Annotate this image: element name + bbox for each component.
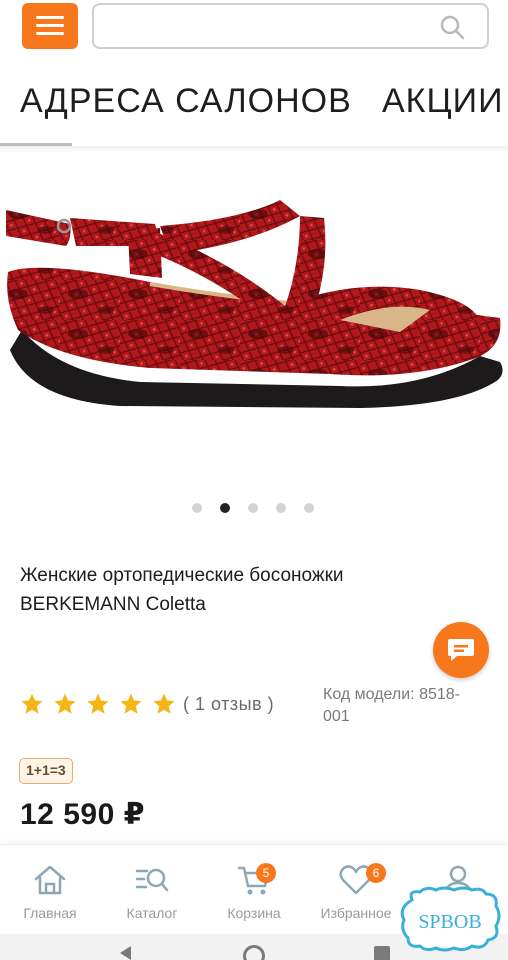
favorites-count-badge: 6: [366, 863, 386, 883]
nav-divider: [0, 146, 508, 152]
product-price: 12 590 ₽: [20, 798, 145, 831]
system-back-icon[interactable]: [120, 946, 131, 960]
search-input[interactable]: [104, 13, 424, 39]
star-icon: [120, 693, 142, 714]
chat-button[interactable]: [433, 622, 489, 678]
bottom-nav-catalog[interactable]: Каталог: [102, 845, 202, 935]
star-icon: [21, 693, 43, 714]
search-icon[interactable]: [439, 14, 465, 40]
carousel-dot[interactable]: [248, 503, 258, 513]
app-header: [0, 0, 508, 60]
carousel-dot-active[interactable]: [220, 503, 230, 513]
system-recent-apps-icon[interactable]: [374, 946, 390, 960]
reviews-link[interactable]: ( 1 отзыв ): [183, 694, 274, 715]
star-icon: [87, 693, 109, 714]
carousel-dots: [192, 503, 322, 515]
cart-count-badge: 5: [256, 863, 276, 883]
chat-bubble-icon: [448, 639, 474, 661]
nav-item-promotions[interactable]: АКЦИИ: [382, 82, 504, 121]
sandal-product-image[interactable]: [0, 160, 508, 480]
bottom-nav-label: Избранное: [320, 905, 392, 921]
star-icon: [153, 693, 175, 714]
carousel-dot[interactable]: [192, 503, 202, 513]
catalog-search-icon: [135, 868, 169, 892]
spbob-watermark-logo: SPBOB: [400, 886, 501, 952]
top-nav: АДРЕСА САЛОНОВ АКЦИИ: [0, 66, 508, 144]
bottom-nav-favorites[interactable]: 6 Избранное: [306, 845, 406, 935]
carousel-dot[interactable]: [304, 503, 314, 513]
nav-item-salon-addresses[interactable]: АДРЕСА САЛОНОВ: [20, 82, 352, 121]
home-icon: [34, 865, 66, 895]
bottom-nav-label: Каталог: [126, 905, 178, 921]
bottom-nav-home[interactable]: Главная: [0, 845, 100, 935]
search-bar[interactable]: [92, 3, 489, 49]
watermark-text: SPBOB: [418, 911, 481, 933]
product-title: Женские ортопедические босоножки BERKEMA…: [20, 565, 344, 615]
bottom-nav-label: Главная: [23, 905, 77, 921]
star-icon: [54, 693, 76, 714]
system-home-icon[interactable]: [243, 945, 265, 960]
hamburger-menu-icon[interactable]: [22, 3, 78, 49]
model-code: Код модели: 8518-001: [323, 686, 460, 725]
promo-badge: 1+1=3: [19, 758, 73, 784]
bottom-nav-label: Корзина: [227, 905, 281, 921]
bottom-nav-cart[interactable]: 5 Корзина: [204, 845, 304, 935]
carousel-dot[interactable]: [276, 503, 286, 513]
